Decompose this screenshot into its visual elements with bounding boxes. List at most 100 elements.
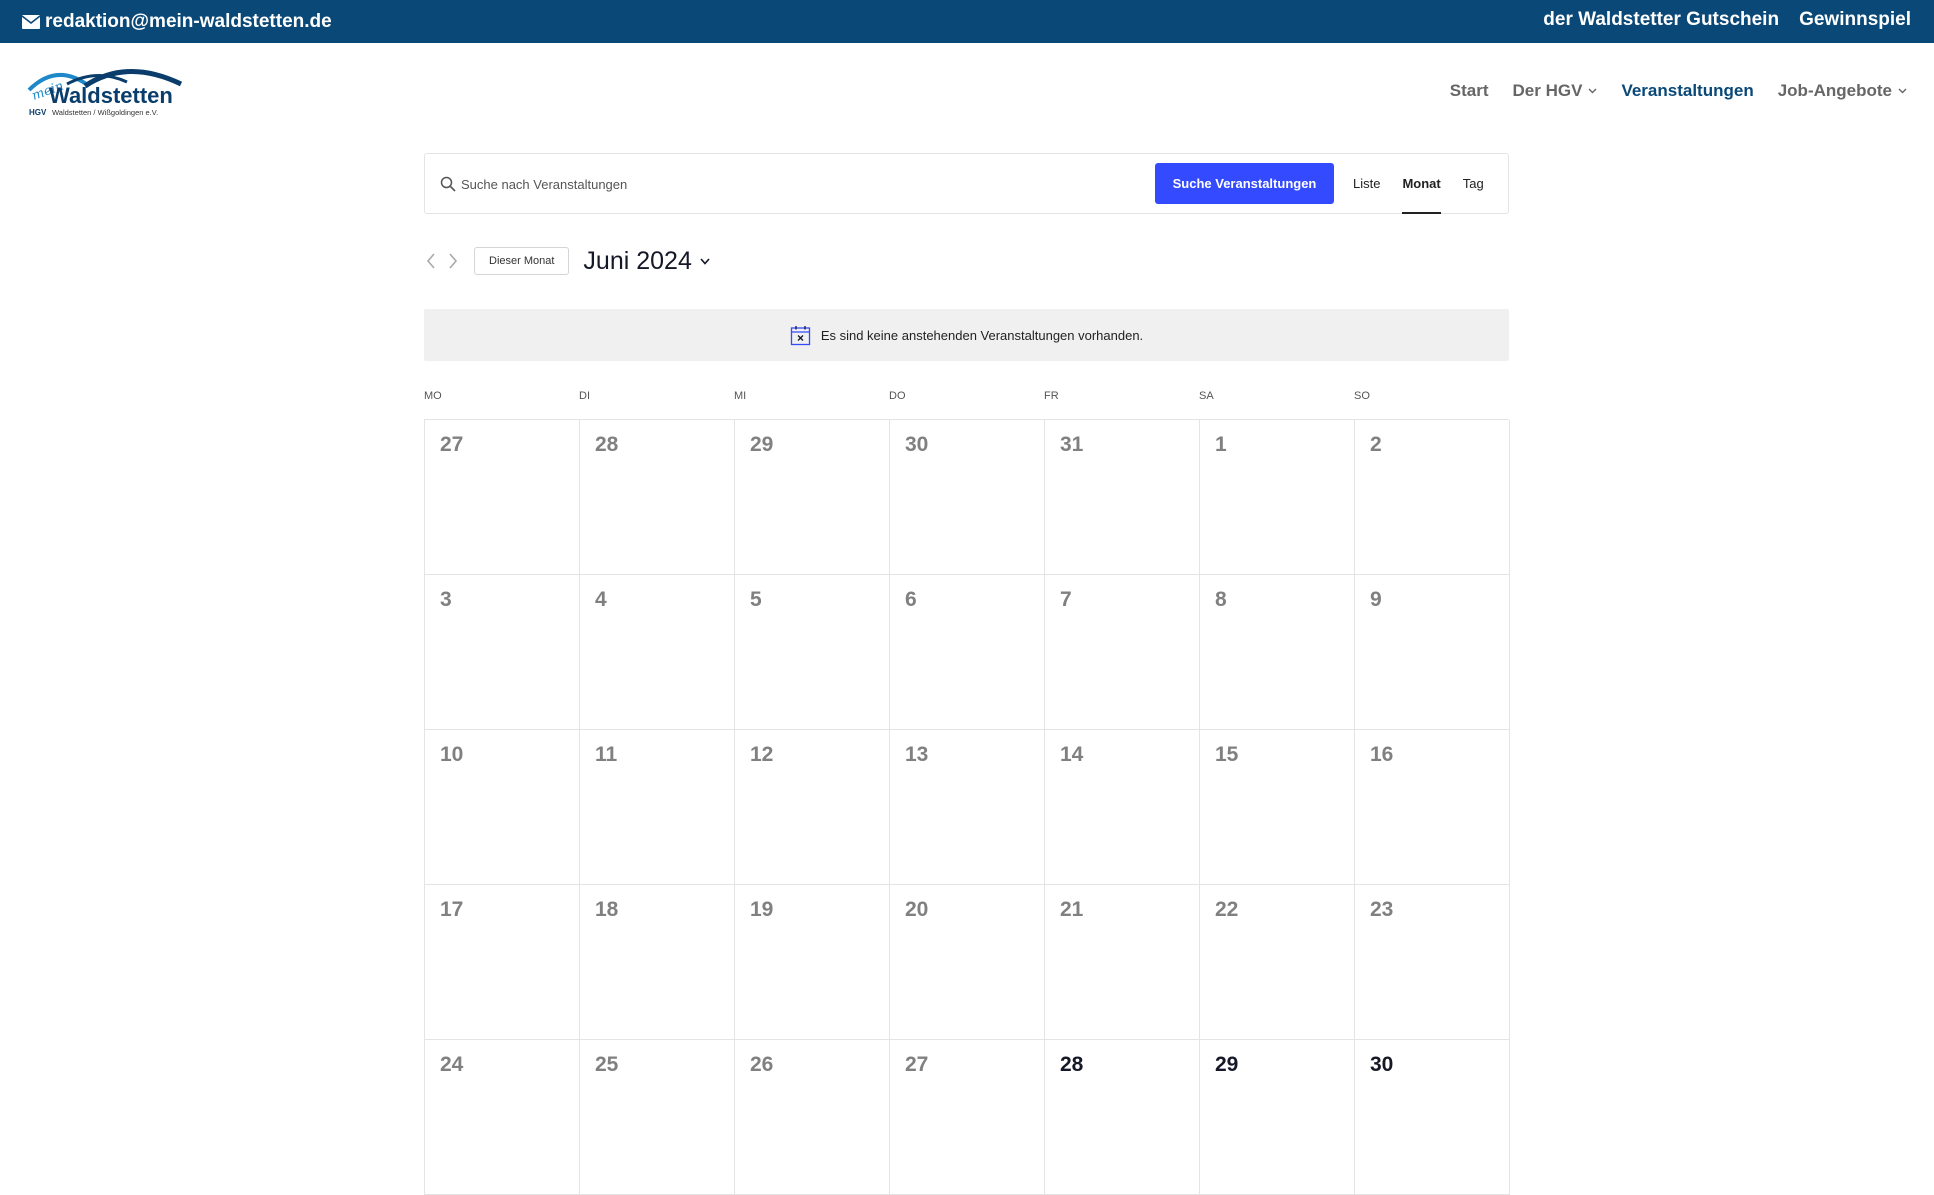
calendar-day-cell[interactable]: 28 (1045, 1040, 1200, 1195)
calendar-day-cell[interactable]: 11 (580, 730, 735, 885)
calendar-day-number: 28 (1060, 1053, 1084, 1076)
calendar-day-number: 11 (595, 743, 618, 766)
calendar-day-cell[interactable]: 28 (580, 420, 735, 575)
calendar-day-number: 12 (750, 743, 774, 766)
calendar-day-number: 9 (1370, 588, 1382, 611)
contact-email-link[interactable]: redaktion@mein-waldstetten.de (22, 0, 332, 43)
weekday-label: DI (579, 390, 590, 402)
calendar-day-cell[interactable]: 21 (1045, 885, 1200, 1040)
calendar-day-cell[interactable]: 25 (580, 1040, 735, 1195)
calendar-day-cell[interactable]: 5 (735, 575, 890, 730)
calendar-day-cell[interactable]: 9 (1355, 575, 1510, 730)
calendar-day-cell[interactable]: 15 (1200, 730, 1355, 885)
weekday-label: MI (734, 390, 747, 402)
calendar-day-cell[interactable]: 1 (1200, 420, 1355, 575)
calendar-day-number: 19 (750, 898, 774, 921)
nav-item-label: Start (1449, 80, 1489, 100)
calendar-day-cell[interactable]: 23 (1355, 885, 1510, 1040)
calendar-day-cell[interactable]: 18 (580, 885, 735, 1040)
calendar-day-cell[interactable]: 6 (890, 575, 1045, 730)
calendar-day-number: 28 (595, 433, 619, 456)
calendar-day-number: 6 (905, 588, 917, 611)
calendar-day-number: 25 (595, 1053, 619, 1076)
nav-item-label: Der HGV (1512, 80, 1583, 100)
events-search-bar: Suche Veranstaltungen Liste Monat Tag (424, 153, 1509, 214)
weekday-header: MO DI MI DO FR SA SO (424, 390, 1509, 402)
calendar-day-cell[interactable]: 4 (580, 575, 735, 730)
calendar-day-number: 31 (1060, 433, 1084, 456)
chevron-down-icon (1898, 88, 1907, 93)
calendar-day-number: 5 (750, 588, 762, 611)
weekday-label: MO (424, 390, 442, 402)
calendar-day-cell[interactable]: 19 (735, 885, 890, 1040)
calendar-day-cell[interactable]: 17 (425, 885, 580, 1040)
nav-item-start[interactable]: Start (1450, 81, 1489, 101)
calendar-day-number: 29 (750, 433, 774, 456)
chevron-down-icon (1588, 88, 1597, 93)
events-search-input[interactable] (461, 166, 1141, 202)
calendar-x-icon (790, 325, 810, 345)
chevron-right-icon[interactable] (446, 252, 460, 270)
calendar-day-number: 17 (440, 898, 464, 921)
calendar-day-number: 14 (1060, 743, 1084, 766)
chevron-down-icon (700, 257, 710, 265)
nav-item-der-hgv[interactable]: Der HGV (1513, 81, 1598, 101)
nav-item-veranstaltungen[interactable]: Veranstaltungen (1621, 81, 1753, 101)
no-events-notice: Es sind keine anstehenden Veranstaltunge… (424, 309, 1509, 361)
calendar-day-cell[interactable]: 31 (1045, 420, 1200, 575)
month-picker[interactable]: Juni 2024 (583, 247, 710, 276)
nav-item-label: Job-Angebote (1777, 80, 1892, 100)
calendar-day-cell[interactable]: 16 (1355, 730, 1510, 885)
calendar-day-number: 22 (1215, 898, 1239, 921)
calendar-day-cell[interactable]: 30 (1355, 1040, 1510, 1195)
site-header: mein Waldstetten HGV Waldstetten / Wißgo… (0, 43, 1934, 138)
topbar-link-gewinnspiel[interactable]: Gewinnspiel (1799, 9, 1911, 31)
calendar-day-cell[interactable]: 2 (1355, 420, 1510, 575)
month-navigation: Dieser Monat Juni 2024 (424, 246, 710, 276)
nav-item-label: Veranstaltungen (1621, 80, 1754, 100)
calendar-day-number: 26 (750, 1053, 774, 1076)
view-tab-tag[interactable]: Tag (1463, 154, 1484, 213)
calendar-day-cell[interactable]: 7 (1045, 575, 1200, 730)
view-switcher: Liste Monat Tag (1353, 154, 1484, 214)
calendar-day-number: 29 (1215, 1053, 1239, 1076)
contact-email-text: redaktion@mein-waldstetten.de (45, 10, 332, 32)
calendar-day-cell[interactable]: 27 (890, 1040, 1045, 1195)
calendar-day-cell[interactable]: 30 (890, 420, 1045, 575)
view-tab-liste[interactable]: Liste (1353, 154, 1380, 213)
calendar-day-cell[interactable]: 13 (890, 730, 1045, 885)
calendar-day-number: 27 (440, 433, 464, 456)
search-icon (440, 176, 456, 192)
calendar-day-cell[interactable]: 29 (1200, 1040, 1355, 1195)
search-events-button[interactable]: Suche Veranstaltungen (1155, 163, 1334, 204)
calendar-day-cell[interactable]: 12 (735, 730, 890, 885)
calendar-day-number: 20 (905, 898, 929, 921)
calendar-day-cell[interactable]: 8 (1200, 575, 1355, 730)
calendar-day-cell[interactable]: 26 (735, 1040, 890, 1195)
calendar-day-cell[interactable]: 20 (890, 885, 1045, 1040)
logo-subtitle-text: Waldstetten / Wißgoldingen e.V. (52, 108, 158, 117)
view-tab-monat[interactable]: Monat (1402, 154, 1442, 214)
weekday-label: SA (1199, 390, 1214, 402)
calendar-day-cell[interactable]: 24 (425, 1040, 580, 1195)
nav-item-job-angebote[interactable]: Job-Angebote (1778, 81, 1907, 101)
calendar-day-cell[interactable]: 14 (1045, 730, 1200, 885)
calendar-day-number: 27 (905, 1053, 929, 1076)
site-logo[interactable]: mein Waldstetten HGV Waldstetten / Wißgo… (27, 62, 189, 120)
calendar-grid: 27 28 29 30 31 1 2 3 4 5 6 7 8 9 10 11 12 13 14 15 16 17 18 19 2… (424, 419, 1510, 1195)
calendar-day-cell[interactable]: 29 (735, 420, 890, 575)
calendar-day-number: 7 (1060, 588, 1072, 611)
chevron-left-icon[interactable] (424, 252, 438, 270)
calendar-day-cell[interactable]: 3 (425, 575, 580, 730)
this-month-button[interactable]: Dieser Monat (474, 247, 570, 275)
calendar-day-number: 16 (1370, 743, 1394, 766)
calendar-day-cell[interactable]: 22 (1200, 885, 1355, 1040)
calendar-day-number: 4 (595, 588, 607, 611)
calendar-day-number: 23 (1370, 898, 1394, 921)
calendar-day-number: 1 (1215, 433, 1227, 456)
logo-name-text: Waldstetten (49, 83, 173, 108)
calendar-day-cell[interactable]: 10 (425, 730, 580, 885)
topbar-link-gutschein[interactable]: der Waldstetter Gutschein (1543, 9, 1779, 31)
calendar-day-cell[interactable]: 27 (425, 420, 580, 575)
envelope-icon (22, 14, 40, 29)
